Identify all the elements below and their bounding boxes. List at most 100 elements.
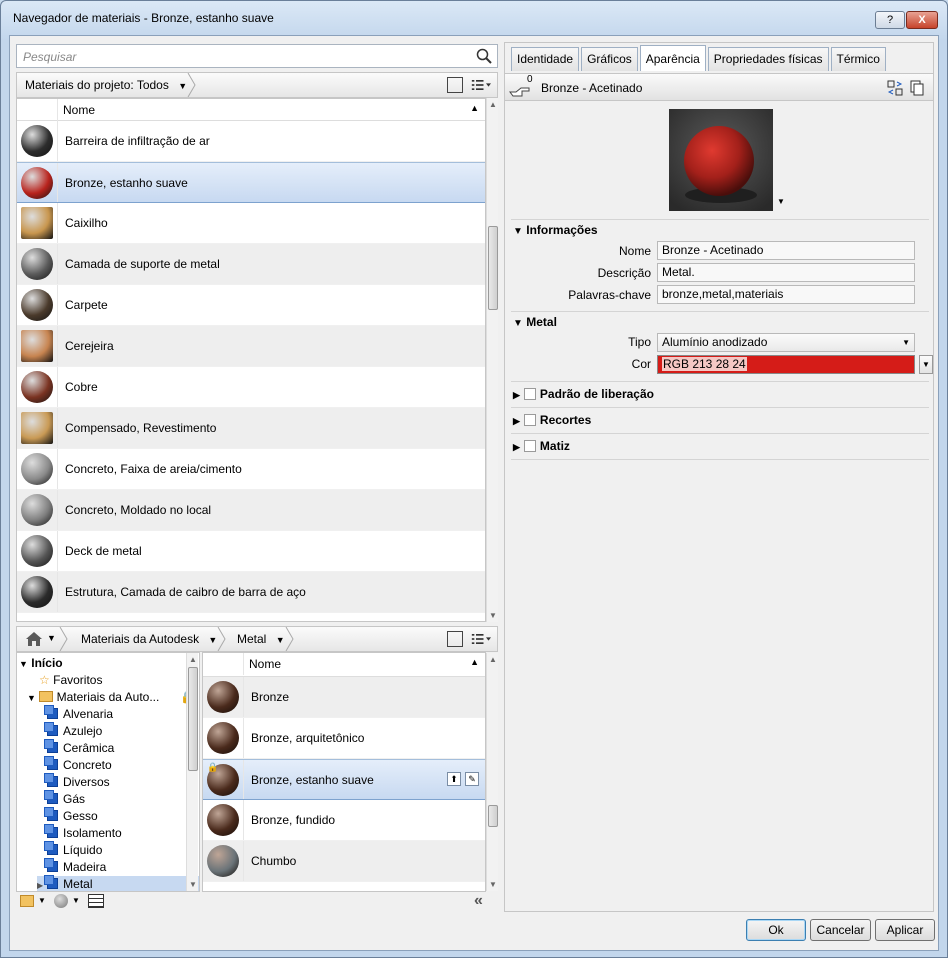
chevron-down-icon[interactable]: ▼ bbox=[902, 334, 910, 351]
scroll-up-icon[interactable]: ▲ bbox=[489, 100, 497, 109]
description-field[interactable]: Metal. bbox=[657, 263, 915, 282]
close-button[interactable]: X bbox=[906, 11, 938, 29]
section-enable-checkbox[interactable] bbox=[523, 414, 536, 426]
list-item[interactable]: Carpete bbox=[17, 285, 485, 326]
scrollbar-thumb[interactable] bbox=[488, 805, 498, 827]
library-crumb[interactable]: Materiais da Autodesk ▼ bbox=[73, 627, 217, 651]
scrollbar-thumb[interactable] bbox=[188, 667, 198, 771]
duplicate-asset-icon[interactable] bbox=[909, 80, 925, 96]
replace-asset-icon[interactable] bbox=[887, 80, 903, 96]
section-enable-checkbox[interactable] bbox=[523, 388, 536, 400]
list-item[interactable]: Bronze, arquitetônico bbox=[203, 718, 485, 759]
project-materials-filter[interactable]: Materiais do projeto: Todos ▼ bbox=[17, 73, 187, 97]
panel-toggle-icon[interactable] bbox=[447, 631, 463, 647]
tree-item-root[interactable]: ▼ Início bbox=[19, 655, 63, 672]
list-item[interactable]: Camada de suporte de metal bbox=[17, 244, 485, 285]
search-input[interactable]: Pesquisar bbox=[16, 44, 498, 68]
tree-item-category[interactable]: Líquido bbox=[44, 841, 102, 859]
create-material-icon[interactable] bbox=[54, 894, 68, 908]
tree-item-category[interactable]: ▶ Metal bbox=[37, 875, 199, 891]
list-item[interactable]: Barreira de infiltração de ar bbox=[17, 121, 485, 162]
list-item[interactable]: Concreto, Faixa de areia/cimento bbox=[17, 449, 485, 490]
scrollbar-thumb[interactable] bbox=[488, 226, 498, 310]
collapsed-section-header[interactable]: ▶ Matiz bbox=[513, 439, 570, 453]
home-icon[interactable] bbox=[25, 631, 43, 647]
tree-item-favorites[interactable]: ☆ Favoritos bbox=[39, 672, 102, 689]
tree-item-category[interactable]: Gesso bbox=[44, 807, 98, 825]
chevron-down-icon[interactable]: ▼ bbox=[178, 81, 187, 91]
library-list-header[interactable]: Nome ▲ bbox=[203, 653, 485, 677]
info-section-header[interactable]: ▼ Informações bbox=[513, 223, 598, 237]
scroll-up-icon[interactable]: ▲ bbox=[189, 655, 197, 664]
panel-toggle-icon[interactable] bbox=[447, 77, 463, 93]
help-button[interactable]: ? bbox=[875, 11, 905, 29]
list-item[interactable]: Cerejeira bbox=[17, 326, 485, 367]
list-item[interactable]: Cobre bbox=[17, 367, 485, 408]
tree-item-category[interactable]: Cerâmica bbox=[44, 739, 114, 757]
expand-triangle-icon[interactable]: ▶ bbox=[513, 442, 520, 452]
list-item[interactable]: Deck de metal bbox=[17, 531, 485, 572]
tab-2[interactable]: Aparência bbox=[639, 45, 706, 71]
preview-options-chevron-icon[interactable]: ▼ bbox=[777, 197, 785, 206]
expand-triangle-icon[interactable]: ▶ bbox=[513, 416, 520, 426]
chevron-down-icon[interactable]: ▼ bbox=[208, 635, 217, 645]
tab-0[interactable]: Identidade bbox=[511, 47, 580, 71]
tab-3[interactable]: Propriedades físicas bbox=[707, 47, 829, 71]
section-enable-checkbox[interactable] bbox=[523, 440, 536, 452]
tree-item-category[interactable]: Diversos bbox=[44, 773, 110, 791]
scroll-down-icon[interactable]: ▼ bbox=[189, 880, 197, 889]
name-column-header[interactable]: Nome bbox=[63, 103, 95, 117]
chevron-down-icon[interactable]: ▼ bbox=[276, 635, 285, 645]
list-item[interactable]: Compensado, Revestimento bbox=[17, 408, 485, 449]
library-list-scrollbar[interactable]: ▲ ▼ bbox=[486, 653, 498, 891]
ok-button[interactable]: Ok bbox=[746, 919, 806, 941]
tab-4[interactable]: Térmico bbox=[830, 47, 886, 71]
tree-item-category[interactable]: Concreto bbox=[44, 756, 112, 774]
category-crumb[interactable]: Metal ▼ bbox=[229, 627, 285, 651]
collapse-triangle-icon[interactable]: ▼ bbox=[513, 318, 523, 329]
add-to-document-icon[interactable]: ⬆ bbox=[447, 772, 461, 786]
color-swatch-field[interactable]: RGB 213 28 24 bbox=[657, 355, 915, 374]
chevron-down-icon[interactable]: ▼ bbox=[38, 896, 46, 905]
expand-triangle-icon[interactable]: ▶ bbox=[37, 881, 43, 890]
tree-item-category[interactable]: Madeira bbox=[44, 858, 106, 876]
metal-section-header[interactable]: ▼ Metal bbox=[513, 315, 557, 329]
type-dropdown[interactable]: Alumínio anodizado ▼ bbox=[657, 333, 915, 352]
tree-item-category[interactable]: Isolamento bbox=[44, 824, 122, 842]
collapsed-section-header[interactable]: ▶ Padrão de liberação bbox=[513, 387, 654, 401]
list-item[interactable]: Caixilho bbox=[17, 203, 485, 244]
home-chevron-down-icon[interactable]: ▼ bbox=[47, 633, 56, 643]
expand-triangle-icon[interactable]: ▶ bbox=[513, 390, 520, 400]
tab-1[interactable]: Gráficos bbox=[581, 47, 638, 71]
apply-button[interactable]: Aplicar bbox=[875, 919, 935, 941]
tree-scrollbar[interactable]: ▲ ▼ bbox=[186, 653, 198, 891]
tree-item-library[interactable]: ▼ Materiais da Auto... 🔒 bbox=[27, 689, 199, 706]
library-manage-icon[interactable] bbox=[20, 895, 34, 907]
scroll-up-icon[interactable]: ▲ bbox=[489, 655, 497, 664]
material-preview[interactable] bbox=[669, 109, 773, 211]
name-column-header[interactable]: Nome bbox=[249, 657, 281, 671]
list-item[interactable]: Bronze bbox=[203, 677, 485, 718]
list-item[interactable]: Concreto, Moldado no local bbox=[17, 490, 485, 531]
chevron-down-icon[interactable]: ▼ bbox=[72, 896, 80, 905]
list-item[interactable]: Chumbo bbox=[203, 841, 485, 882]
tree-item-category[interactable]: Alvenaria bbox=[44, 705, 113, 723]
scroll-down-icon[interactable]: ▼ bbox=[489, 611, 497, 620]
project-list-scrollbar[interactable]: ▲ ▼ bbox=[486, 98, 498, 622]
cancel-button[interactable]: Cancelar bbox=[810, 919, 871, 941]
search-icon[interactable] bbox=[475, 47, 493, 65]
list-view-icon[interactable] bbox=[471, 631, 491, 647]
list-item[interactable]: Bronze, estanho suave bbox=[17, 162, 485, 203]
collapse-triangle-icon[interactable]: ▼ bbox=[513, 226, 523, 237]
tree-item-category[interactable]: Gás bbox=[44, 790, 85, 808]
expand-triangle-icon[interactable]: ▼ bbox=[19, 659, 28, 669]
keywords-field[interactable]: bronze,metal,materiais bbox=[657, 285, 915, 304]
asset-editor-icon[interactable] bbox=[88, 894, 104, 908]
list-item[interactable]: Estrutura, Camada de caibro de barra de … bbox=[17, 572, 485, 613]
list-item[interactable]: Bronze, estanho suave 🔒 ⬆ ✎ bbox=[203, 759, 485, 800]
expand-triangle-icon[interactable]: ▼ bbox=[27, 693, 36, 703]
list-view-icon[interactable] bbox=[471, 77, 491, 93]
collapsed-section-header[interactable]: ▶ Recortes bbox=[513, 413, 591, 427]
list-item[interactable]: Bronze, fundido bbox=[203, 800, 485, 841]
color-options-dropdown[interactable]: ▼ bbox=[919, 355, 933, 374]
